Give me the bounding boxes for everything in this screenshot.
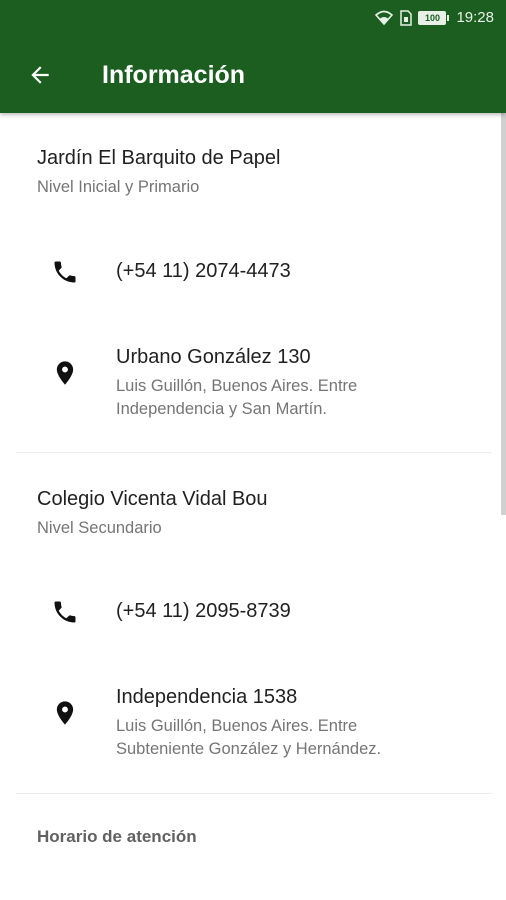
- address-detail-line-1: Luis Guillón, Buenos Aires. Entre: [116, 377, 358, 395]
- status-time: 19:28: [456, 9, 494, 26]
- phone-icon: [50, 257, 80, 287]
- divider: [16, 793, 492, 794]
- address-detail-line-2: Independencia y San Martín.: [116, 400, 327, 418]
- wifi-icon: [374, 10, 394, 26]
- status-bar: 100 19:28: [0, 0, 506, 35]
- scrollbar[interactable]: [501, 113, 506, 515]
- location-pin-icon: [50, 698, 80, 728]
- divider: [16, 452, 492, 453]
- phone-number[interactable]: (+54 11) 2074-4473: [116, 260, 291, 283]
- back-button[interactable]: [12, 47, 68, 103]
- address-street[interactable]: Independencia 1538: [116, 686, 297, 709]
- location-pin-icon: [50, 358, 80, 388]
- battery-icon: 100: [418, 10, 450, 25]
- school-level: Nivel Secundario: [37, 519, 162, 537]
- school-name: Colegio Vicenta Vidal Bou: [37, 488, 268, 510]
- phone-number[interactable]: (+54 11) 2095-8739: [116, 600, 291, 623]
- content-scroll[interactable]: Jardín El Barquito de Papel Nivel Inicia…: [0, 113, 506, 900]
- school-name: Jardín El Barquito de Papel: [37, 147, 281, 169]
- hours-section-title: Horario de atención: [37, 827, 197, 846]
- address-detail-line-2: Subteniente González y Hernández.: [116, 740, 382, 758]
- address-street[interactable]: Urbano González 130: [116, 346, 311, 369]
- app-bar: 100 19:28 Información: [0, 0, 506, 113]
- arrow-back-icon: [27, 62, 53, 88]
- sim-icon: [400, 9, 413, 26]
- page-title: Información: [102, 60, 246, 89]
- toolbar: Información: [0, 40, 506, 110]
- phone-icon: [50, 597, 80, 627]
- school-level: Nivel Inicial y Primario: [37, 178, 200, 196]
- address-detail-line-1: Luis Guillón, Buenos Aires. Entre: [116, 717, 358, 735]
